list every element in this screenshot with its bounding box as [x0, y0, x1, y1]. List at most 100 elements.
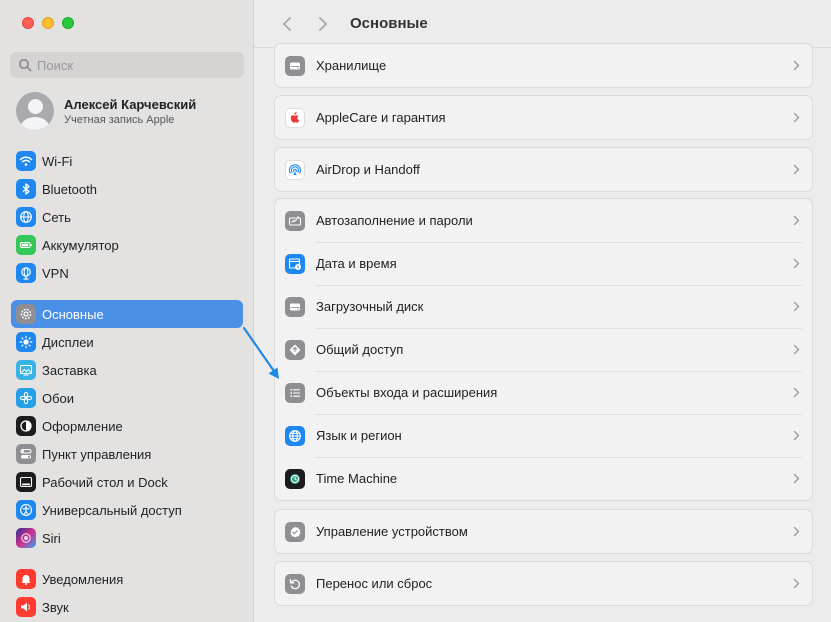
sidebar-item-desktop-dock[interactable]: Рабочий стол и Dock: [11, 468, 243, 496]
sidebar-item-label: Основные: [42, 306, 104, 322]
sidebar-item-battery[interactable]: Аккумулятор: [11, 231, 243, 259]
zoom-window-button[interactable]: [62, 17, 74, 29]
chevron-right-icon: [793, 526, 800, 537]
search-input[interactable]: [37, 57, 217, 73]
sidebar-group-network: Wi-Fi Bluetooth Сеть Аккумулятор VPN: [11, 147, 243, 287]
sidebar-item-notifications[interactable]: Уведомления: [11, 565, 243, 593]
sidebar-item-appearance[interactable]: Оформление: [11, 412, 243, 440]
chevron-right-icon: [793, 258, 800, 269]
settings-row-device-management[interactable]: Управление устройством: [275, 510, 812, 553]
back-button[interactable]: [274, 11, 300, 37]
gear-icon: [16, 304, 36, 324]
settings-card-airdrop: AirDrop и Handoff: [274, 147, 813, 192]
settings-row-login-items[interactable]: Объекты входа и расширения: [275, 371, 812, 414]
page-title: Основные: [350, 15, 428, 32]
row-label: AirDrop и Handoff: [316, 162, 420, 177]
sidebar-item-label: Wi-Fi: [42, 153, 73, 169]
sidebar-item-label: Siri: [42, 530, 61, 546]
language-globe-icon: [285, 425, 305, 446]
row-label: Хранилище: [316, 58, 387, 73]
sharing-icon: [285, 339, 305, 360]
row-label: Общий доступ: [316, 342, 404, 357]
settings-row-time-machine[interactable]: Time Machine: [275, 457, 812, 500]
sidebar-item-label: VPN: [42, 265, 69, 281]
row-label: AppleCare и гарантия: [316, 110, 446, 125]
settings-card-system-group: Автозаполнение и пароли Дата и время Заг…: [274, 198, 813, 501]
chevron-right-icon: [793, 578, 800, 589]
sidebar-group-system: Основные Дисплеи Заставка Обои Оформлени…: [11, 300, 243, 552]
sidebar-item-bluetooth[interactable]: Bluetooth: [11, 175, 243, 203]
bluetooth-icon: [16, 179, 36, 199]
dock-icon: [16, 472, 36, 492]
sidebar-item-network[interactable]: Сеть: [11, 203, 243, 231]
control-center-icon: [16, 444, 36, 464]
reset-icon: [285, 573, 305, 594]
calendar-clock-icon: [285, 253, 305, 274]
settings-card-transfer-reset: Перенос или сброс: [274, 561, 813, 606]
chevron-right-icon: [793, 473, 800, 484]
vpn-icon: [16, 263, 36, 283]
settings-row-storage[interactable]: Хранилище: [275, 44, 812, 87]
sidebar-item-label: Обои: [42, 390, 75, 406]
sidebar-item-siri[interactable]: Siri: [11, 524, 243, 552]
globe-icon: [16, 207, 36, 227]
battery-icon: [16, 235, 36, 255]
settings-row-sharing[interactable]: Общий доступ: [275, 328, 812, 371]
sidebar-item-sound[interactable]: Звук: [11, 593, 243, 621]
settings-row-airdrop[interactable]: AirDrop и Handoff: [275, 148, 812, 191]
settings-row-language-region[interactable]: Язык и регион: [275, 414, 812, 457]
settings-card-device-management: Управление устройством: [274, 509, 813, 554]
settings-row-date-time[interactable]: Дата и время: [275, 242, 812, 285]
sidebar-item-screensaver[interactable]: Заставка: [11, 356, 243, 384]
sidebar-item-label: Пункт управления: [42, 446, 152, 462]
sidebar-item-label: Заставка: [42, 362, 97, 378]
settings-row-autofill[interactable]: Автозаполнение и пароли: [275, 199, 812, 242]
sidebar-item-displays[interactable]: Дисплеи: [11, 328, 243, 356]
sidebar-item-control-center[interactable]: Пункт управления: [11, 440, 243, 468]
window-controls: [22, 17, 74, 29]
settings-row-transfer-reset[interactable]: Перенос или сброс: [275, 562, 812, 605]
chevron-right-icon: [319, 16, 327, 31]
search-icon: [19, 59, 32, 72]
row-label: Управление устройством: [316, 524, 468, 539]
sidebar-item-label: Bluetooth: [42, 181, 97, 197]
disk-icon: [285, 296, 305, 317]
search-box[interactable]: [10, 52, 244, 78]
apple-icon: [285, 107, 305, 128]
sidebar-item-label: Сеть: [42, 209, 71, 225]
settings-card-applecare: AppleCare и гарантия: [274, 95, 813, 140]
row-label: Перенос или сброс: [316, 576, 433, 591]
appearance-icon: [16, 416, 36, 436]
row-label: Автозаполнение и пароли: [316, 213, 473, 228]
flower-icon: [16, 388, 36, 408]
sidebar-item-wifi[interactable]: Wi-Fi: [11, 147, 243, 175]
main-pane: Основные Хранилище AppleCare и гарантия: [254, 0, 831, 622]
settings-row-applecare[interactable]: AppleCare и гарантия: [275, 96, 812, 139]
chevron-right-icon: [793, 60, 800, 71]
siri-icon: [16, 528, 36, 548]
time-machine-icon: [285, 468, 305, 489]
device-management-icon: [285, 521, 305, 542]
chevron-right-icon: [793, 430, 800, 441]
sun-icon: [16, 332, 36, 352]
account-subtitle: Учетная запись Apple: [64, 113, 175, 126]
forward-button[interactable]: [310, 11, 336, 37]
avatar: [16, 92, 54, 130]
settings-row-startup-disk[interactable]: Загрузочный диск: [275, 285, 812, 328]
row-label: Загрузочный диск: [316, 299, 424, 314]
wifi-icon: [16, 151, 36, 171]
sidebar-item-accessibility[interactable]: Универсальный доступ: [11, 496, 243, 524]
sidebar-item-general[interactable]: Основные: [11, 300, 243, 328]
speaker-icon: [16, 597, 36, 617]
sidebar-item-label: Универсальный доступ: [42, 502, 182, 518]
settings-window: Алексей Карчевский Учетная запись Apple …: [0, 0, 831, 622]
sidebar-item-wallpaper[interactable]: Обои: [11, 384, 243, 412]
close-window-button[interactable]: [22, 17, 34, 29]
autofill-icon: [285, 210, 305, 231]
airdrop-icon: [285, 159, 305, 180]
minimize-window-button[interactable]: [42, 17, 54, 29]
chevron-right-icon: [793, 301, 800, 312]
sidebar-item-vpn[interactable]: VPN: [11, 259, 243, 287]
toolbar: Основные: [254, 0, 831, 48]
apple-account[interactable]: Алексей Карчевский Учетная запись Apple: [16, 92, 196, 130]
